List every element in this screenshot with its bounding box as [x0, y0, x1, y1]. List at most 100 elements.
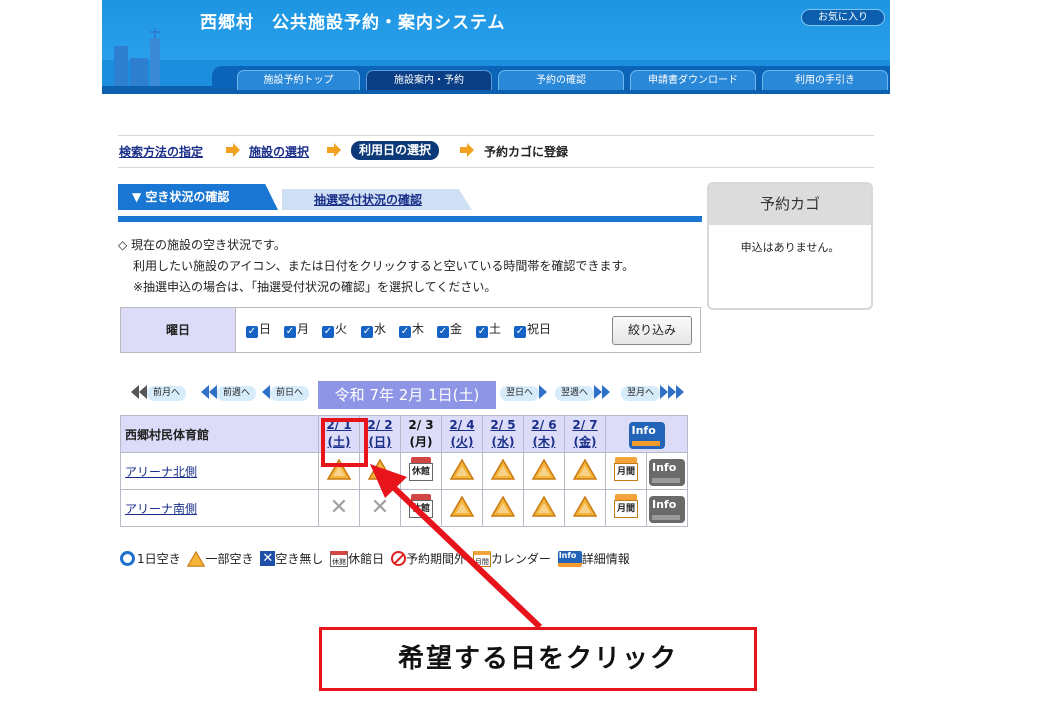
checkbox-tuesday[interactable]: ✓ 火: [322, 320, 347, 338]
nav-tab-download[interactable]: 申請書ダウンロード: [630, 70, 756, 90]
no-availability-icon: ✕: [329, 495, 349, 520]
room-info-cell[interactable]: Info: [646, 489, 688, 527]
month-calendar-cell[interactable]: 月間: [605, 452, 647, 490]
closed-day-icon: 休館: [408, 492, 434, 520]
arrow-left-icon: [209, 385, 217, 399]
date-link[interactable]: 2/ 5: [490, 418, 515, 432]
arrow-right-icon: [676, 385, 685, 399]
tab-underline: [118, 216, 702, 222]
prev-month-link[interactable]: 前月へ: [131, 385, 187, 401]
month-calendar-icon[interactable]: 月間: [613, 492, 639, 520]
facility-info-cell[interactable]: Info: [605, 415, 688, 453]
date-dow-link[interactable]: (水): [492, 435, 515, 449]
check-icon: ✓: [322, 326, 334, 338]
date-header[interactable]: 2/ 7 (金): [564, 415, 606, 453]
partial-availability-icon[interactable]: [368, 458, 392, 480]
date-link[interactable]: 2/ 4: [449, 418, 474, 432]
check-icon: ✓: [399, 326, 411, 338]
date-link[interactable]: 2/ 6: [531, 418, 556, 432]
partial-availability-icon[interactable]: [573, 495, 597, 517]
partial-availability-icon[interactable]: [573, 458, 597, 480]
partial-availability-icon[interactable]: [450, 495, 474, 517]
slot-cell[interactable]: [564, 489, 606, 527]
date-link[interactable]: 2/ 7: [572, 418, 597, 432]
no-availability-icon: ✕: [370, 495, 390, 520]
tab-availability[interactable]: ▼ 空き状況の確認: [118, 184, 278, 210]
legend-calendar: カレンダー: [490, 552, 551, 566]
arrow-right-icon: [594, 385, 603, 399]
date-header[interactable]: 2/ 5 (水): [482, 415, 524, 453]
date-header[interactable]: 2/ 4 (火): [441, 415, 483, 453]
next-day-link[interactable]: 翌日へ: [500, 385, 548, 401]
next-month-link[interactable]: 翌月へ: [621, 385, 685, 401]
x-full-icon: ✕: [260, 551, 276, 566]
favorites-button[interactable]: お気に入り: [801, 9, 885, 26]
date-dow-link[interactable]: (木): [533, 435, 556, 449]
date-dow-link[interactable]: (火): [451, 435, 474, 449]
legend-out-of-period: 予約期間外: [406, 552, 467, 566]
tab-lottery[interactable]: 抽選受付状況の確認: [282, 189, 472, 210]
circle-available-icon: [120, 551, 135, 566]
checkbox-sunday[interactable]: ✓ 日: [246, 320, 271, 338]
arrow-right-icon: [539, 385, 548, 399]
next-week-link[interactable]: 翌週へ: [555, 385, 611, 401]
reservation-cart: 予約カゴ 申込はありません。: [707, 182, 873, 310]
slot-cell[interactable]: [523, 452, 565, 490]
room-link-north[interactable]: アリーナ北側: [125, 465, 197, 479]
date-header[interactable]: 2/ 6 (木): [523, 415, 565, 453]
room-info-icon[interactable]: Info: [649, 459, 685, 486]
breadcrumb-step-search[interactable]: 検索方法の指定: [119, 143, 203, 160]
partial-availability-icon[interactable]: [532, 458, 556, 480]
info-icon: Info: [557, 550, 582, 567]
description-line-2: 利用したい施設のアイコン、または日付をクリックすると空いている時間帯を確認できま…: [133, 259, 635, 273]
arrow-right-icon: [668, 385, 677, 399]
date-link[interactable]: 2/ 2: [367, 418, 392, 432]
room-info-cell[interactable]: Info: [646, 452, 688, 490]
month-calendar-icon: 月間: [472, 550, 491, 567]
legend-full: 空き無し: [275, 552, 324, 566]
room-info-icon[interactable]: Info: [649, 496, 685, 523]
checkbox-holiday[interactable]: ✓ 祝日: [514, 320, 551, 338]
filter-button[interactable]: 絞り込み: [612, 316, 692, 345]
partial-availability-icon[interactable]: [450, 458, 474, 480]
prev-week-link[interactable]: 前週へ: [201, 385, 257, 401]
slot-cell[interactable]: [441, 452, 483, 490]
checkbox-monday[interactable]: ✓ 月: [284, 320, 309, 338]
nav-tab-facility[interactable]: 施設案内・予約: [366, 70, 492, 90]
slot-cell: ✕: [359, 489, 401, 527]
month-calendar-icon[interactable]: 月間: [613, 455, 639, 483]
partial-availability-icon[interactable]: [491, 458, 515, 480]
slot-cell[interactable]: [482, 489, 524, 527]
date-dow-link[interactable]: (日): [369, 435, 392, 449]
legend-available: 1日空き: [137, 552, 181, 566]
room-link-south[interactable]: アリーナ南側: [125, 502, 197, 516]
slot-cell[interactable]: [441, 489, 483, 527]
nav-tab-confirm[interactable]: 予約の確認: [498, 70, 624, 90]
slot-cell[interactable]: [482, 452, 524, 490]
breadcrumb-step-cart: 予約カゴに登録: [484, 145, 569, 159]
check-icon: ✓: [514, 326, 526, 338]
checkbox-thursday[interactable]: ✓ 木: [399, 320, 424, 338]
checkbox-saturday[interactable]: ✓ 土: [476, 320, 501, 338]
slot-cell[interactable]: [523, 489, 565, 527]
weekday-filter-label: 曜日: [121, 308, 236, 352]
weekday-filter: 曜日 ✓ 日 ✓ 月 ✓ 火 ✓ 水 ✓ 木 ✓ 金 ✓ 土 ✓ 祝日 絞り込み: [120, 307, 701, 353]
partial-availability-icon[interactable]: [532, 495, 556, 517]
step-arrow-icon: [460, 143, 474, 157]
month-calendar-cell[interactable]: 月間: [605, 489, 647, 527]
partial-availability-icon[interactable]: [491, 495, 515, 517]
cart-title: 予約カゴ: [709, 184, 871, 225]
checkbox-wednesday[interactable]: ✓ 水: [361, 320, 386, 338]
triangle-partial-icon: [187, 550, 206, 567]
nav-tab-top[interactable]: 施設予約トップ: [237, 70, 360, 90]
slot-cell: 休館: [400, 489, 442, 527]
legend-closed: 休館日: [348, 552, 385, 566]
nav-tab-guide[interactable]: 利用の手引き: [762, 70, 888, 90]
slot-cell[interactable]: [564, 452, 606, 490]
checkbox-friday[interactable]: ✓ 金: [437, 320, 462, 338]
breadcrumb-step-facility[interactable]: 施設の選択: [249, 143, 309, 160]
prev-day-link[interactable]: 前日へ: [262, 385, 310, 401]
date-dow-link[interactable]: (金): [574, 435, 597, 449]
facility-info-icon[interactable]: Info: [628, 422, 665, 449]
table-row: アリーナ南側 ✕ ✕ 休館 月間 Info: [120, 489, 688, 527]
